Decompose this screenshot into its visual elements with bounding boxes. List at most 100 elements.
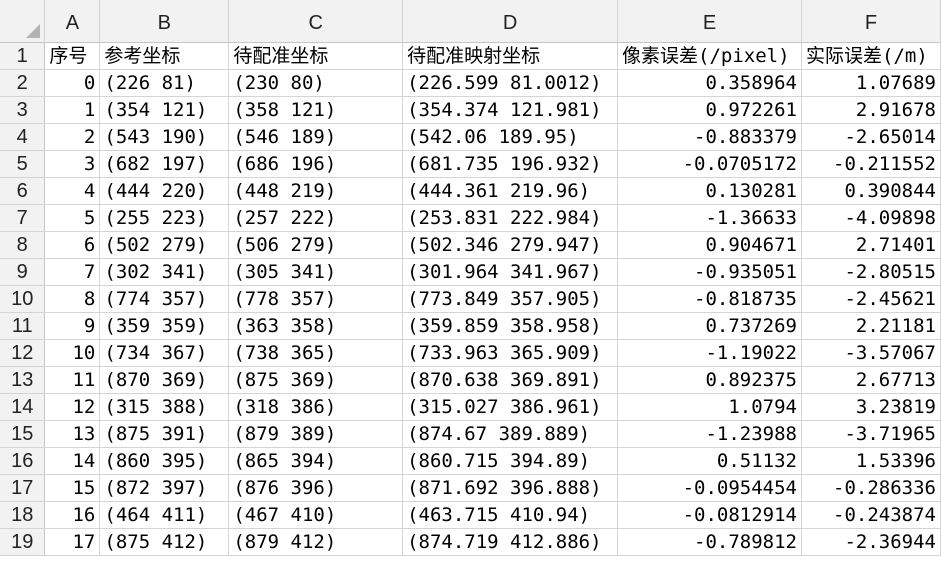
reference-coord-cell[interactable]: (870 369)	[99, 366, 230, 394]
mapped-coord-cell[interactable]: (226.599 81.0012)	[402, 69, 619, 97]
mapped-coord-cell[interactable]: (870.638 369.891)	[402, 366, 619, 394]
pixel-error-cell[interactable]: 0.972261	[617, 96, 802, 124]
pixel-error-cell[interactable]: -0.818735	[617, 285, 802, 313]
actual-error-cell[interactable]: -2.80515	[801, 258, 941, 286]
pixel-error-cell[interactable]: -0.0812914	[617, 501, 802, 529]
actual-error-cell[interactable]: 1.07689	[801, 69, 941, 97]
target-coord-cell[interactable]: (778 357)	[228, 285, 404, 313]
mapped-coord-cell[interactable]: (542.06 189.95)	[402, 123, 619, 151]
index-cell[interactable]: 8	[44, 285, 101, 313]
actual-error-cell[interactable]: -0.211552	[801, 150, 941, 178]
column-header-f[interactable]: F	[801, 0, 941, 43]
pixel-error-cell[interactable]: -1.23988	[617, 420, 802, 448]
actual-error-cell[interactable]: -2.45621	[801, 285, 941, 313]
index-cell[interactable]: 5	[44, 204, 101, 232]
reference-coord-cell[interactable]: (734 367)	[99, 339, 230, 367]
pixel-error-cell[interactable]: -0.0954454	[617, 474, 802, 502]
row-header[interactable]: 16	[0, 447, 46, 475]
target-coord-cell[interactable]: (865 394)	[228, 447, 404, 475]
reference-coord-cell[interactable]: (875 412)	[99, 528, 230, 556]
column-header-c[interactable]: C	[228, 0, 404, 43]
target-coord-cell[interactable]: (879 389)	[228, 420, 404, 448]
index-cell[interactable]: 0	[44, 69, 101, 97]
pixel-error-cell[interactable]: 0.130281	[617, 177, 802, 205]
index-cell[interactable]: 7	[44, 258, 101, 286]
mapped-coord-cell[interactable]: (359.859 358.958)	[402, 312, 619, 340]
target-coord-cell[interactable]: (875 369)	[228, 366, 404, 394]
reference-coord-cell[interactable]: (255 223)	[99, 204, 230, 232]
column-header-d[interactable]: D	[402, 0, 619, 43]
column-header-b[interactable]: B	[99, 0, 230, 43]
header-cell-pixel-error[interactable]: 像素误差(/pixel)	[617, 42, 802, 70]
row-header[interactable]: 11	[0, 312, 46, 340]
reference-coord-cell[interactable]: (226 81)	[99, 69, 230, 97]
pixel-error-cell[interactable]: -0.789812	[617, 528, 802, 556]
select-all-corner[interactable]	[0, 0, 46, 43]
mapped-coord-cell[interactable]: (301.964 341.967)	[402, 258, 619, 286]
reference-coord-cell[interactable]: (315 388)	[99, 393, 230, 421]
mapped-coord-cell[interactable]: (871.692 396.888)	[402, 474, 619, 502]
reference-coord-cell[interactable]: (502 279)	[99, 231, 230, 259]
reference-coord-cell[interactable]: (543 190)	[99, 123, 230, 151]
actual-error-cell[interactable]: -3.57067	[801, 339, 941, 367]
pixel-error-cell[interactable]: -1.36633	[617, 204, 802, 232]
pixel-error-cell[interactable]: -0.0705172	[617, 150, 802, 178]
pixel-error-cell[interactable]: -1.19022	[617, 339, 802, 367]
pixel-error-cell[interactable]: 0.737269	[617, 312, 802, 340]
pixel-error-cell[interactable]: 0.892375	[617, 366, 802, 394]
row-header[interactable]: 9	[0, 258, 46, 286]
mapped-coord-cell[interactable]: (733.963 365.909)	[402, 339, 619, 367]
reference-coord-cell[interactable]: (359 359)	[99, 312, 230, 340]
mapped-coord-cell[interactable]: (315.027 386.961)	[402, 393, 619, 421]
header-cell-target-coord[interactable]: 待配准坐标	[228, 42, 404, 70]
actual-error-cell[interactable]: 2.67713	[801, 366, 941, 394]
reference-coord-cell[interactable]: (872 397)	[99, 474, 230, 502]
target-coord-cell[interactable]: (506 279)	[228, 231, 404, 259]
row-header[interactable]: 12	[0, 339, 46, 367]
target-coord-cell[interactable]: (318 386)	[228, 393, 404, 421]
target-coord-cell[interactable]: (305 341)	[228, 258, 404, 286]
row-header[interactable]: 3	[0, 96, 46, 124]
row-header[interactable]: 5	[0, 150, 46, 178]
reference-coord-cell[interactable]: (444 220)	[99, 177, 230, 205]
reference-coord-cell[interactable]: (464 411)	[99, 501, 230, 529]
actual-error-cell[interactable]: 2.71401	[801, 231, 941, 259]
mapped-coord-cell[interactable]: (444.361 219.96)	[402, 177, 619, 205]
mapped-coord-cell[interactable]: (874.719 412.886)	[402, 528, 619, 556]
reference-coord-cell[interactable]: (354 121)	[99, 96, 230, 124]
actual-error-cell[interactable]: -0.286336	[801, 474, 941, 502]
row-header[interactable]: 18	[0, 501, 46, 529]
column-header-e[interactable]: E	[617, 0, 802, 43]
mapped-coord-cell[interactable]: (354.374 121.981)	[402, 96, 619, 124]
actual-error-cell[interactable]: -2.65014	[801, 123, 941, 151]
row-header[interactable]: 15	[0, 420, 46, 448]
actual-error-cell[interactable]: 2.21181	[801, 312, 941, 340]
actual-error-cell[interactable]: 3.23819	[801, 393, 941, 421]
index-cell[interactable]: 10	[44, 339, 101, 367]
reference-coord-cell[interactable]: (774 357)	[99, 285, 230, 313]
row-header[interactable]: 7	[0, 204, 46, 232]
pixel-error-cell[interactable]: 0.904671	[617, 231, 802, 259]
target-coord-cell[interactable]: (876 396)	[228, 474, 404, 502]
mapped-coord-cell[interactable]: (681.735 196.932)	[402, 150, 619, 178]
index-cell[interactable]: 12	[44, 393, 101, 421]
index-cell[interactable]: 2	[44, 123, 101, 151]
target-coord-cell[interactable]: (363 358)	[228, 312, 404, 340]
reference-coord-cell[interactable]: (860 395)	[99, 447, 230, 475]
actual-error-cell[interactable]: -0.243874	[801, 501, 941, 529]
actual-error-cell[interactable]: 2.91678	[801, 96, 941, 124]
index-cell[interactable]: 15	[44, 474, 101, 502]
header-cell-reference-coord[interactable]: 参考坐标	[99, 42, 230, 70]
row-header[interactable]: 19	[0, 528, 46, 556]
target-coord-cell[interactable]: (546 189)	[228, 123, 404, 151]
actual-error-cell[interactable]: -2.36944	[801, 528, 941, 556]
mapped-coord-cell[interactable]: (860.715 394.89)	[402, 447, 619, 475]
index-cell[interactable]: 13	[44, 420, 101, 448]
index-cell[interactable]: 17	[44, 528, 101, 556]
actual-error-cell[interactable]: 0.390844	[801, 177, 941, 205]
reference-coord-cell[interactable]: (682 197)	[99, 150, 230, 178]
target-coord-cell[interactable]: (257 222)	[228, 204, 404, 232]
mapped-coord-cell[interactable]: (773.849 357.905)	[402, 285, 619, 313]
actual-error-cell[interactable]: 1.53396	[801, 447, 941, 475]
mapped-coord-cell[interactable]: (463.715 410.94)	[402, 501, 619, 529]
